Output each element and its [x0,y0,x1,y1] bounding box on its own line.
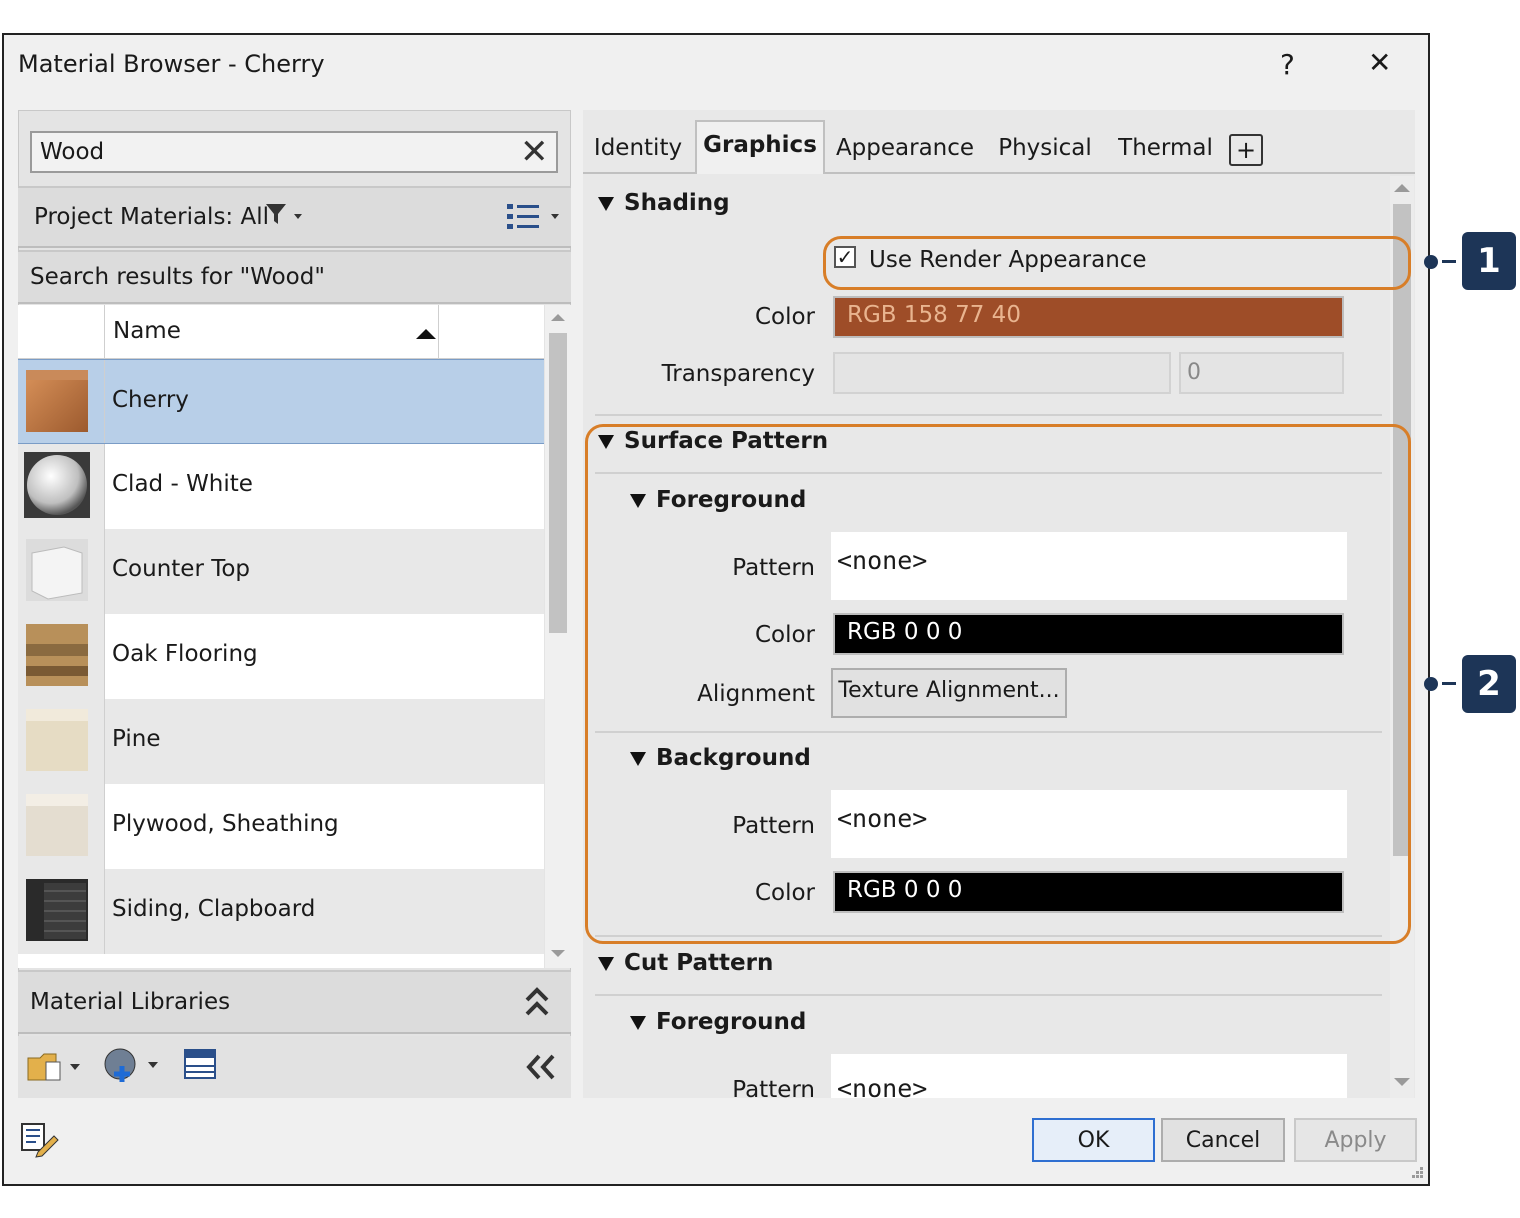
libraries-label: Material Libraries [30,989,231,1015]
pine-thumbnail-icon [26,709,88,771]
siding-thumbnail-icon [26,879,88,941]
shading-section-header[interactable]: Shading [598,190,730,216]
transparency-input[interactable]: 0 [1179,352,1344,394]
shading-color-label: Color [754,304,815,330]
transparency-slider[interactable] [833,352,1171,394]
collapse-left-icon[interactable] [523,1052,559,1086]
cut-pattern-section-header[interactable]: Cut Pattern [598,950,773,976]
library-toolbar [18,1036,571,1098]
callout-badge-2: 2 [1462,655,1516,713]
list-item-label: Cherry [112,387,189,413]
list-header [18,305,544,359]
search-value: Wood [40,139,105,165]
list-item[interactable]: Clad - White [18,444,544,529]
section-divider [595,414,1382,416]
tab-graphics[interactable]: Graphics [695,120,825,174]
material-editor-icon[interactable] [20,1120,60,1164]
asset-browser-icon[interactable] [102,1046,164,1090]
cut-fg-pattern-label: Pattern [732,1077,815,1103]
results-caption: Search results for "Wood" [30,264,325,290]
cherry-thumbnail-icon [26,370,88,432]
tab-identity[interactable]: Identity [583,125,693,173]
filter-icon[interactable] [264,202,304,232]
tab-physical[interactable]: Physical [990,125,1100,173]
resize-grip-icon[interactable] [1408,1163,1426,1185]
shading-color-swatch[interactable]: RGB 158 77 40 [833,296,1344,338]
shading-color-value: RGB 158 77 40 [847,302,1021,328]
expand-up-icon[interactable] [523,984,551,1024]
plywood-thumbnail-icon [26,794,88,856]
callout-highlight-1 [823,236,1411,290]
cut-fg-pattern-value: <none> [837,1074,928,1103]
search-input[interactable]: Wood [30,131,558,173]
tab-thermal[interactable]: Thermal [1108,125,1223,173]
library-panel-icon[interactable] [183,1048,219,1086]
callout-badge-1: 1 [1462,232,1516,290]
list-item[interactable]: Plywood, Sheathing [18,784,544,869]
transparency-value: 0 [1187,360,1201,385]
sort-ascending-icon[interactable] [416,326,436,345]
list-item-label: Oak Flooring [112,641,258,667]
callout-highlight-2 [585,424,1411,944]
list-scrollbar[interactable] [545,305,571,968]
callout-dot [1424,677,1438,691]
list-item[interactable]: Cherry [18,359,544,444]
callout-connector [1442,682,1456,685]
list-item-label: Pine [112,726,161,752]
list-item-partial [18,954,544,968]
close-button[interactable]: ✕ [1368,46,1391,79]
callout-dot [1424,255,1438,269]
sphere-thumbnail-icon [24,452,90,518]
list-item[interactable]: Siding, Clapboard [18,869,544,954]
transparency-label: Transparency [661,361,815,387]
section-divider [595,994,1382,996]
list-item[interactable]: Pine [18,699,544,784]
open-library-icon[interactable] [26,1048,86,1088]
list-item[interactable]: Oak Flooring [18,614,544,699]
add-tab-button[interactable]: + [1229,134,1263,166]
view-options-icon[interactable] [505,200,563,238]
cube-thumbnail-icon [26,539,88,601]
help-button[interactable]: ? [1280,48,1295,81]
filter-label[interactable]: Project Materials: All [34,204,269,230]
list-item-label: Clad - White [112,471,253,497]
list-item-label: Siding, Clapboard [112,896,316,922]
list-item[interactable]: Counter Top [18,529,544,614]
collapse-triangle-icon [630,1015,646,1030]
collapse-triangle-icon [598,196,614,211]
ok-button[interactable]: OK [1032,1118,1155,1162]
list-item-label: Plywood, Sheathing [112,811,339,837]
cancel-button[interactable]: Cancel [1161,1118,1285,1162]
shading-title: Shading [624,190,730,216]
clear-search-icon[interactable]: ✕ [520,132,549,172]
cut-foreground-header[interactable]: Foreground [630,1009,806,1035]
dialog-title: Material Browser - Cherry [18,50,325,78]
callout-connector [1442,260,1456,263]
cut-pattern-title: Cut Pattern [624,950,774,976]
cut-foreground-title: Foreground [656,1009,807,1035]
tab-appearance[interactable]: Appearance [830,125,980,173]
oak-thumbnail-icon [26,624,88,686]
name-column-header[interactable]: Name [113,318,181,344]
collapse-triangle-icon [598,956,614,971]
apply-button[interactable]: Apply [1294,1118,1417,1162]
cut-fg-pattern-field[interactable]: <none> [831,1054,1347,1103]
list-item-label: Counter Top [112,556,251,582]
